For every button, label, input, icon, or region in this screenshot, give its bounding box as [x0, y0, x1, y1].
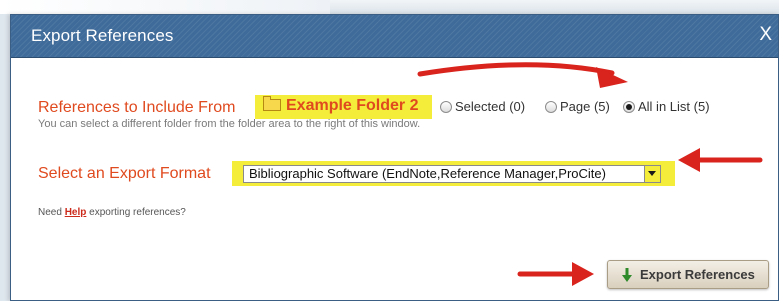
format-annotation-arrowhead — [678, 148, 700, 172]
curved-annotation-arrowhead — [596, 67, 628, 88]
export-annotation-arrowhead — [572, 262, 594, 286]
annotation-arrows — [417, 62, 763, 286]
curved-annotation-arrow — [417, 62, 615, 77]
